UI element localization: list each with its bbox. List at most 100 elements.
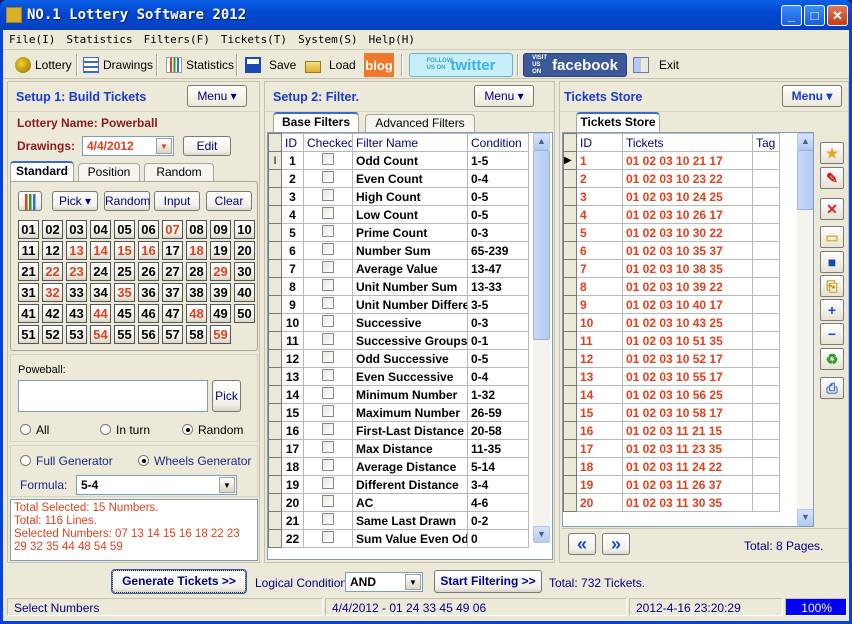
number-button[interactable]: 59 xyxy=(210,325,231,344)
ticket-row[interactable]: 18 01 02 03 11 24 22 xyxy=(563,457,780,476)
row-selector[interactable]: I xyxy=(268,151,282,170)
ticket-row[interactable]: ▶ 1 01 02 03 10 21 17 xyxy=(563,151,780,170)
row-selector[interactable] xyxy=(268,421,282,440)
row-selector[interactable] xyxy=(563,367,577,386)
filter-condition[interactable]: 0-2 xyxy=(467,511,529,530)
filter-condition[interactable]: 20-58 xyxy=(467,421,529,440)
row-selector[interactable] xyxy=(563,349,577,368)
row-selector[interactable] xyxy=(563,241,577,260)
statistics-button[interactable]: Statistics xyxy=(166,54,234,76)
row-selector[interactable]: ▶ xyxy=(563,151,577,170)
powerball-input[interactable] xyxy=(18,380,208,412)
row-selector[interactable] xyxy=(268,295,282,314)
row-selector[interactable] xyxy=(268,385,282,404)
number-button[interactable]: 45 xyxy=(114,304,135,323)
ticket-row[interactable]: 7 01 02 03 10 38 35 xyxy=(563,259,780,278)
radio-wheels-generator[interactable] xyxy=(138,455,149,466)
ticket-row[interactable]: 15 01 02 03 10 58 17 xyxy=(563,403,780,422)
powerball-pick-button[interactable]: Pick xyxy=(212,380,241,412)
number-button[interactable]: 56 xyxy=(138,325,159,344)
filter-checkbox-cell[interactable] xyxy=(303,349,353,368)
ticket-row[interactable]: 3 01 02 03 10 24 25 xyxy=(563,187,780,206)
filter-checkbox-cell[interactable] xyxy=(303,529,353,548)
tab-advanced-filters[interactable]: Advanced Filters xyxy=(365,114,475,132)
number-button[interactable]: 16 xyxy=(138,241,159,260)
row-selector[interactable] xyxy=(268,187,282,206)
row-selector[interactable] xyxy=(268,169,282,188)
filter-condition[interactable]: 0-4 xyxy=(467,169,529,188)
filter-checkbox[interactable] xyxy=(322,369,334,381)
ticket-row[interactable]: 6 01 02 03 10 35 37 xyxy=(563,241,780,260)
filter-checkbox[interactable] xyxy=(322,333,334,345)
row-selector[interactable] xyxy=(268,529,282,548)
ticket-tag[interactable] xyxy=(752,313,780,332)
scroll-thumb[interactable] xyxy=(533,150,550,340)
filter-row[interactable]: 18 Average Distance 5-14 xyxy=(268,457,529,476)
input-button[interactable]: Input xyxy=(154,191,200,211)
chevron-down-icon[interactable]: ▼ xyxy=(405,574,421,590)
filter-scrollbar[interactable]: ▲ ▼ xyxy=(533,133,550,543)
number-button[interactable]: 05 xyxy=(114,220,135,239)
ticket-tag[interactable] xyxy=(752,331,780,350)
filter-condition[interactable]: 4-6 xyxy=(467,493,529,512)
number-button[interactable]: 40 xyxy=(234,283,255,302)
twitter-button[interactable]: FOLLOW US ON twitter xyxy=(409,53,513,77)
filter-checkbox[interactable] xyxy=(322,171,334,183)
number-button[interactable]: 23 xyxy=(66,262,87,281)
number-button[interactable]: 26 xyxy=(138,262,159,281)
row-selector[interactable] xyxy=(563,169,577,188)
filter-checkbox-cell[interactable] xyxy=(303,439,353,458)
row-selector[interactable] xyxy=(268,403,282,422)
ticket-tag[interactable] xyxy=(752,241,780,260)
ticket-row[interactable]: 11 01 02 03 10 51 35 xyxy=(563,331,780,350)
number-button[interactable]: 44 xyxy=(90,304,111,323)
number-button[interactable]: 33 xyxy=(66,283,87,302)
filter-checkbox-cell[interactable] xyxy=(303,493,353,512)
number-button[interactable]: 13 xyxy=(66,241,87,260)
logical-condition-select[interactable]: AND ▼ xyxy=(345,572,423,592)
delete-button[interactable]: ✕ xyxy=(820,198,844,220)
row-selector[interactable] xyxy=(563,205,577,224)
ticket-tag[interactable] xyxy=(752,439,780,458)
next-page-button[interactable]: » xyxy=(602,533,630,555)
row-selector[interactable] xyxy=(268,349,282,368)
row-selector[interactable] xyxy=(268,241,282,260)
row-selector[interactable] xyxy=(268,367,282,386)
drawings-select[interactable]: 4/4/2012 ▼ xyxy=(82,136,174,156)
pick-dropdown-button[interactable]: Pick ▾ xyxy=(52,191,98,211)
number-button[interactable]: 11 xyxy=(18,241,39,260)
recycle-button[interactable]: ♻ xyxy=(820,348,844,370)
col-filter-name[interactable]: Filter Name xyxy=(352,133,468,152)
filter-checkbox[interactable] xyxy=(322,207,334,219)
blog-button[interactable]: blog xyxy=(364,53,394,77)
filter-row[interactable]: 5 Prime Count 0-3 xyxy=(268,223,529,242)
number-button[interactable]: 09 xyxy=(210,220,231,239)
filter-checkbox-cell[interactable] xyxy=(303,385,353,404)
filter-checkbox[interactable] xyxy=(322,243,334,255)
ticket-row[interactable]: 4 01 02 03 10 26 17 xyxy=(563,205,780,224)
ticket-tag[interactable] xyxy=(752,349,780,368)
col-id[interactable]: ID xyxy=(576,133,623,152)
number-button[interactable]: 32 xyxy=(42,283,63,302)
filter-condition[interactable]: 0-3 xyxy=(467,313,529,332)
filter-condition[interactable]: 65-239 xyxy=(467,241,529,260)
pb-mode-all[interactable]: All xyxy=(20,423,49,437)
filter-row[interactable]: 6 Number Sum 65-239 xyxy=(268,241,529,260)
number-button[interactable]: 20 xyxy=(234,241,255,260)
filter-checkbox-cell[interactable] xyxy=(303,169,353,188)
col-checked[interactable]: Checked xyxy=(303,133,353,152)
maximize-button[interactable]: □ xyxy=(804,5,825,26)
number-button[interactable]: 55 xyxy=(114,325,135,344)
filter-checkbox[interactable] xyxy=(322,225,334,237)
number-button[interactable]: 35 xyxy=(114,283,135,302)
edit-button[interactable]: Edit xyxy=(183,136,231,156)
number-button[interactable]: 36 xyxy=(138,283,159,302)
filter-row[interactable]: 11 Successive Groups 0-1 xyxy=(268,331,529,350)
row-selector[interactable] xyxy=(268,439,282,458)
ticket-tag[interactable] xyxy=(752,205,780,224)
number-button[interactable]: 52 xyxy=(42,325,63,344)
number-button[interactable]: 21 xyxy=(18,262,39,281)
number-button[interactable]: 22 xyxy=(42,262,63,281)
tab-tickets-store[interactable]: Tickets Store xyxy=(576,112,660,132)
clean-brush-button[interactable]: ✎ xyxy=(820,167,844,189)
